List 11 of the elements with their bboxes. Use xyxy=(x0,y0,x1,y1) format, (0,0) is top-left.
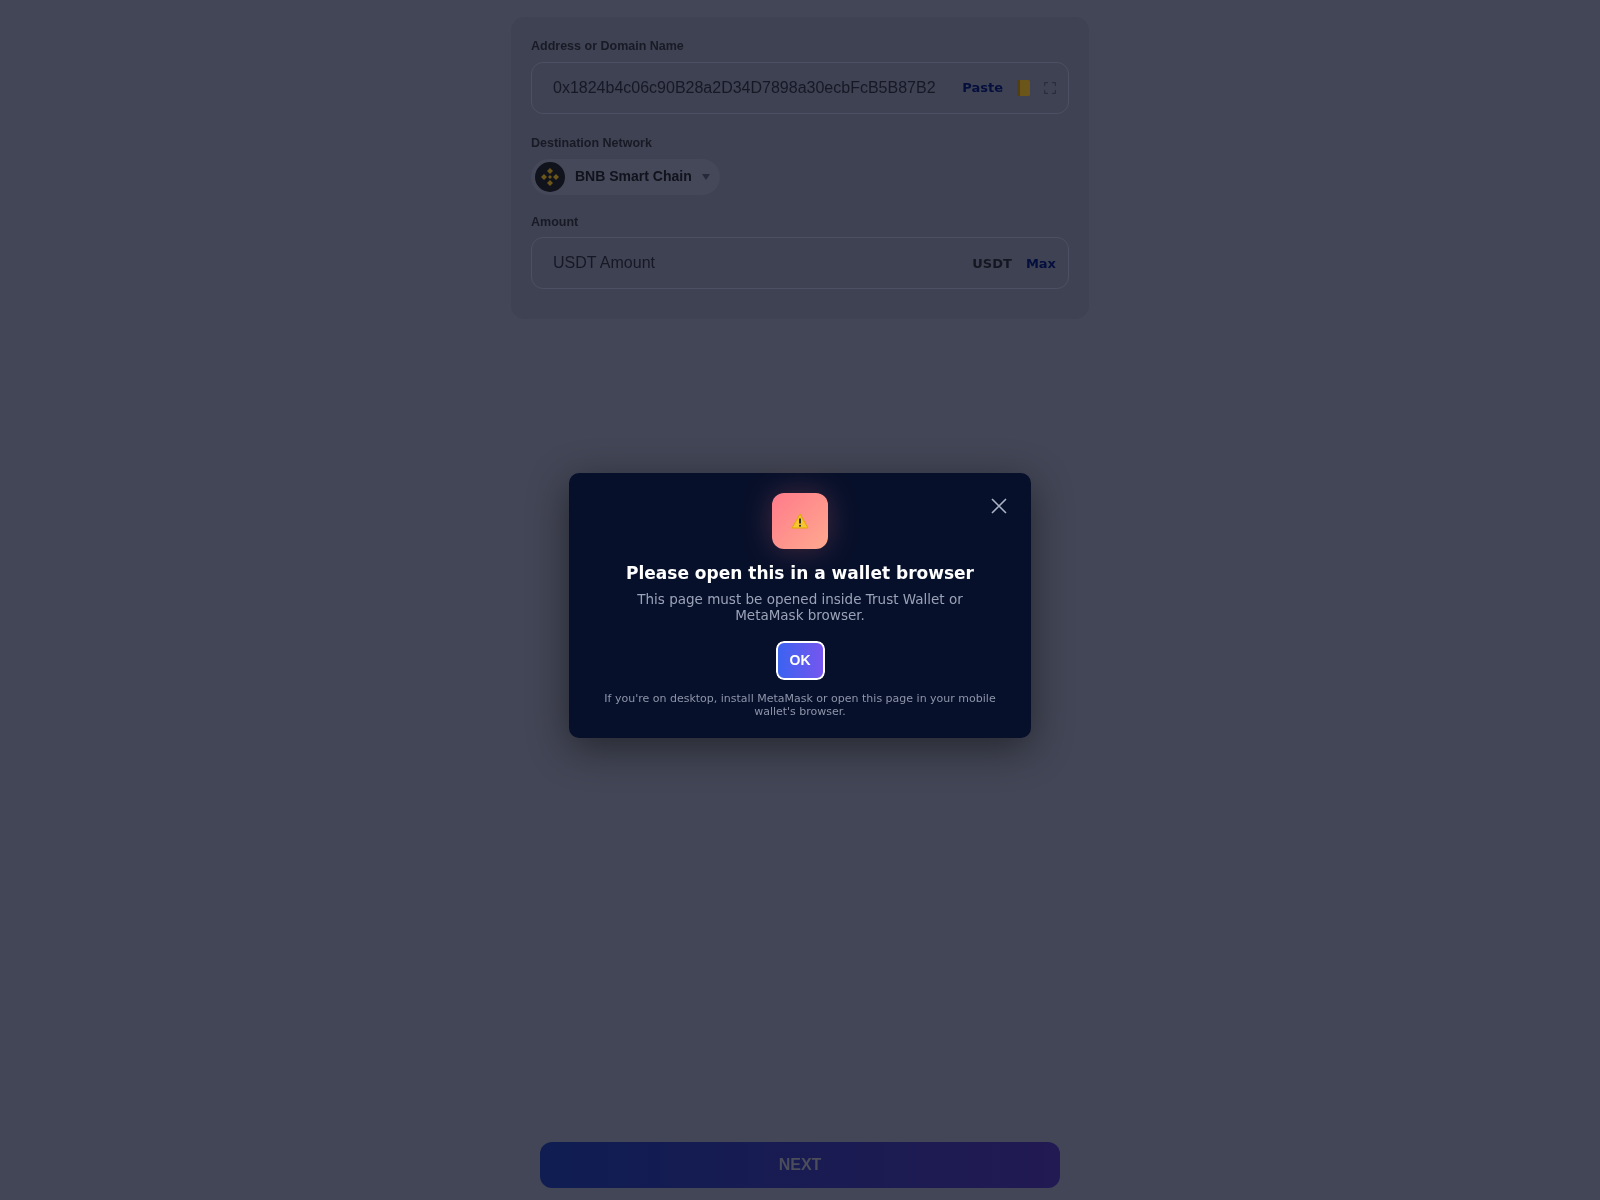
network-selector[interactable]: BNB Smart Chain xyxy=(531,158,720,195)
modal-title: Please open this in a wallet browser xyxy=(625,562,975,585)
caret-icon xyxy=(701,173,710,180)
notebook-icon[interactable] xyxy=(1017,79,1030,96)
modal-note: If you're on desktop, install MetaMask or open this page in your mobile wallet's browser. xyxy=(603,691,997,719)
modal-message: This page must be opened inside Trust Wallet or MetaMask browser. xyxy=(636,590,964,623)
ok-button[interactable]: OK xyxy=(775,640,825,680)
warning-icon xyxy=(772,493,828,549)
paste-button[interactable]: Paste xyxy=(962,78,1003,98)
max-button[interactable]: Max xyxy=(1025,253,1056,273)
bnb-logo-icon xyxy=(535,161,565,192)
